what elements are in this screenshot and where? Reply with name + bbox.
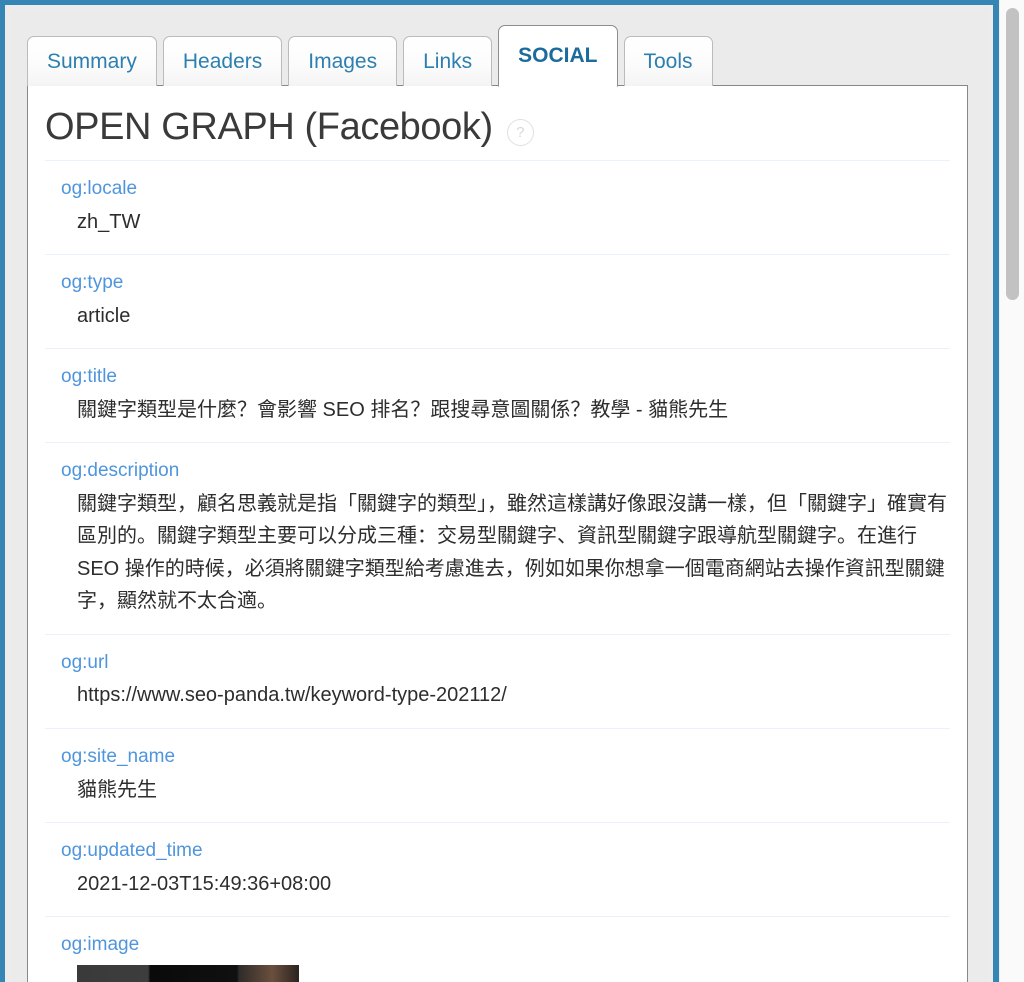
tab-social[interactable]: SOCIAL — [498, 25, 618, 87]
tab-label: Links — [423, 49, 473, 73]
og-property-row: og:url https://www.seo-panda.tw/keyword-t… — [45, 633, 950, 728]
tab-links[interactable]: Links — [403, 36, 493, 86]
og-property-key: og:site_name — [61, 745, 176, 767]
og-property-key: og:locale — [61, 177, 138, 199]
og-property-value: 關鍵字類型，顧名思義就是指「關鍵字的類型」，雖然這樣講好像跟沒講一樣，但「關鍵字… — [77, 493, 947, 613]
tab-label: Tools — [643, 49, 693, 73]
og-property-value: 貓熊先生 — [77, 778, 157, 801]
og-property-key: og:updated_time — [61, 839, 203, 861]
og-property-row: og:image — [45, 916, 950, 982]
vertical-scrollbar-thumb[interactable] — [1006, 8, 1019, 300]
browser-viewport: Summary Headers Images Links SOCIAL Tools OPE… — [0, 0, 1024, 982]
og-property-key: og:title — [61, 366, 117, 388]
social-panel: OPEN GRAPH (Facebook) ? og:locale zh_TW og… — [27, 85, 968, 982]
panel-header: OPEN GRAPH (Facebook) ? — [28, 86, 967, 148]
og-property-key: og:image — [61, 934, 140, 956]
tab-label: Headers — [182, 49, 263, 73]
tab-images[interactable]: Images — [288, 36, 398, 86]
open-graph-list: og:locale zh_TW og:type article og:title 關鍵字類… — [45, 159, 950, 982]
og-property-row: og:updated_time 2021-12-03T15:49:36+08:00 — [45, 821, 950, 916]
og-property-value: 關鍵字類型是什麼？會影響 SEO 排名？跟搜尋意圖關係？教學 - 貓熊先生 — [77, 398, 729, 421]
help-question-icon[interactable]: ? — [506, 118, 534, 146]
og-property-row: og:description 關鍵字類型，顧名思義就是指「關鍵字的類型」，雖然這樣… — [45, 442, 950, 633]
tab-label: SOCIAL — [518, 44, 598, 67]
og-property-row: og:site_name 貓熊先生 — [45, 727, 950, 822]
og-property-row: og:type article — [45, 254, 950, 348]
tab-bar: Summary Headers Images Links SOCIAL Tools — [27, 25, 719, 87]
page-title: OPEN GRAPH (Facebook) — [45, 106, 493, 148]
tab-tools[interactable]: Tools — [623, 36, 713, 86]
og-property-value: article — [77, 304, 131, 327]
og-property-key: og:type — [61, 272, 124, 294]
vertical-scrollbar-track[interactable] — [999, 0, 1024, 982]
og-property-value: https://www.seo-panda.tw/keyword-type-20… — [77, 684, 507, 707]
og-property-key: og:url — [61, 651, 109, 673]
og-image-thumbnail — [77, 964, 299, 982]
tab-summary[interactable]: Summary — [27, 36, 157, 86]
og-property-row: og:title 關鍵字類型是什麼？會影響 SEO 排名？跟搜尋意圖關係？教學 -… — [45, 348, 950, 442]
og-property-row: og:locale zh_TW — [45, 159, 950, 254]
tab-label: Summary — [47, 49, 137, 73]
tab-headers[interactable]: Headers — [162, 36, 283, 86]
og-property-key: og:description — [61, 460, 180, 482]
og-property-value: 2021-12-03T15:49:36+08:00 — [77, 872, 332, 895]
tab-label: Images — [308, 49, 378, 73]
og-property-value: zh_TW — [77, 210, 141, 233]
